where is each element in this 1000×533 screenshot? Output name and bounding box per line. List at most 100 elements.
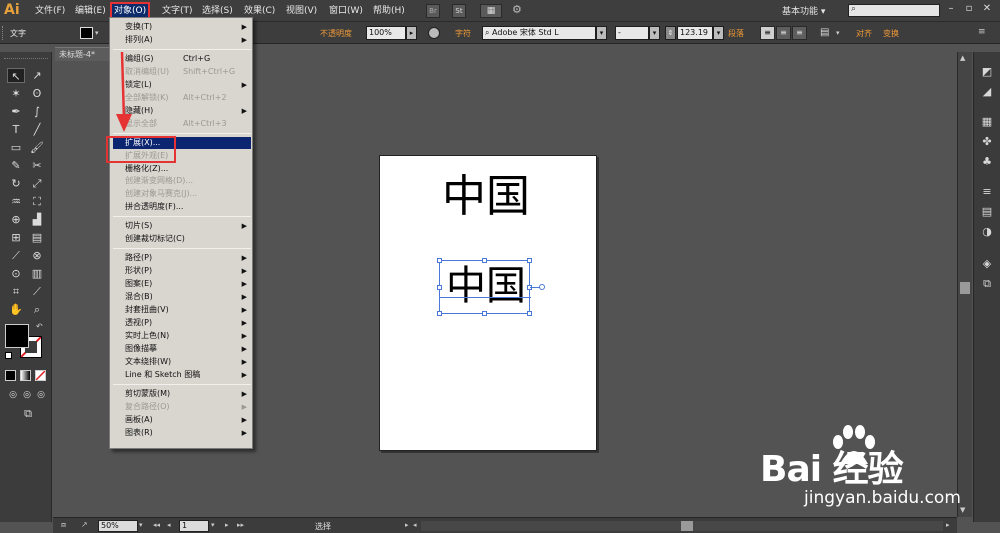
panel-grip[interactable] (4, 58, 48, 61)
default-colors-icon[interactable] (5, 352, 12, 359)
menu-object[interactable]: 对象(O) (109, 2, 151, 20)
object-menu-item[interactable]: 透视(P) ▶ (113, 317, 251, 329)
previous-page-icon[interactable]: ◂ (167, 521, 171, 529)
object-menu-item[interactable]: 图表(R) ▶ (113, 427, 251, 439)
paintbrush-tool-icon[interactable]: 🖌 (28, 140, 46, 155)
gpu-performance-icon[interactable]: ⚙ (512, 3, 522, 16)
scissors-tool-icon[interactable]: ✂ (28, 158, 46, 173)
out-port-handle[interactable] (539, 284, 545, 290)
object-menu-item[interactable]: 画板(A) ▶ (113, 414, 251, 426)
artboard[interactable]: 中国 中国 (379, 155, 597, 451)
font-size-stepper[interactable]: ⇕ (665, 26, 676, 40)
align-label[interactable]: 对齐 (856, 28, 872, 39)
object-menu-item[interactable]: 拼合透明度(F)... (113, 201, 251, 213)
column-graph-tool-icon[interactable]: ▥ (28, 266, 46, 281)
menu-window[interactable]: 窗口(W) (327, 4, 365, 18)
resize-handle[interactable] (437, 285, 442, 290)
object-menu-item[interactable]: 实时上色(N) ▶ (113, 330, 251, 342)
paragraph-label[interactable]: 段落 (728, 28, 744, 39)
menu-type[interactable]: 文字(T) (160, 4, 195, 18)
text-frame-icon[interactable]: ▤ (820, 27, 829, 38)
rectangle-tool-icon[interactable]: ▭ (7, 140, 25, 155)
minimize-icon[interactable]: – (944, 3, 958, 17)
chevron-down-icon[interactable]: ▾ (211, 521, 215, 529)
symbols-panel-icon[interactable]: ♣ (979, 154, 995, 170)
object-menu-item[interactable]: 图案(E) ▶ (113, 278, 251, 290)
zoom-tool-icon[interactable]: ⌕ (28, 302, 46, 317)
brushes-panel-icon[interactable]: ✤ (979, 134, 995, 150)
screen-mode-icon[interactable]: ⧉ (17, 406, 39, 421)
chevron-down-icon[interactable]: ▾ (95, 29, 99, 37)
menu-view[interactable]: 视图(V) (284, 4, 319, 18)
text-object[interactable]: 中国 (442, 172, 530, 222)
artboards-panel-icon[interactable]: ⧉ (979, 276, 995, 292)
layers-panel-icon[interactable]: ◈ (979, 256, 995, 272)
warp-tool-icon[interactable]: ♒ (7, 194, 25, 209)
object-menu-item[interactable]: 切片(S) ▶ (113, 220, 251, 232)
eyedropper-tool-icon[interactable]: ⟋ (7, 248, 25, 263)
artboard-nav-icon[interactable]: ⧈ (61, 520, 66, 530)
opacity-dropdown[interactable]: ▸ (406, 26, 417, 40)
menu-effect[interactable]: 效果(C) (242, 4, 277, 18)
symbol-sprayer-tool-icon[interactable]: ⊙ (7, 266, 25, 281)
stroke-panel-icon[interactable]: ≡ (979, 184, 995, 200)
selection-tool-icon[interactable]: ↖ (7, 68, 25, 83)
slice-tool-icon[interactable]: ⟋ (28, 284, 46, 299)
opacity-label[interactable]: 不透明度 (320, 28, 352, 39)
object-menu-item[interactable]: 路径(P) ▶ (113, 252, 251, 264)
last-page-icon[interactable]: ▸▸ (237, 521, 244, 529)
lasso-tool-icon[interactable]: ʘ (28, 86, 46, 101)
object-menu-item[interactable]: 创建渐变网格(D)... (113, 175, 251, 187)
pen-tool-icon[interactable]: ✒ (7, 104, 25, 119)
chevron-down-icon[interactable]: ▾ (836, 29, 840, 37)
font-size-dropdown[interactable]: ▾ (713, 26, 724, 40)
draw-inside-icon[interactable]: ◎ (32, 388, 50, 403)
recolor-icon[interactable] (428, 27, 440, 39)
status-menu-icon[interactable]: ▸ (405, 521, 409, 529)
object-menu-item[interactable]: 复合路径(O) ▶ (113, 401, 251, 413)
color-guide-icon[interactable]: ◢ (979, 84, 995, 100)
object-menu-item[interactable]: 图像描摹 ▶ (113, 343, 251, 355)
magic-wand-tool-icon[interactable]: ✶ (7, 86, 25, 101)
first-page-icon[interactable]: ◂◂ (153, 521, 160, 529)
object-menu-item[interactable]: Line 和 Sketch 图稿 ▶ (113, 369, 251, 381)
font-style-field[interactable]: - (615, 26, 649, 40)
share-icon[interactable]: ↗ (81, 520, 88, 529)
fill-swatch[interactable] (80, 27, 93, 39)
color-mode-icon[interactable] (5, 370, 16, 381)
gradient-tool-icon[interactable]: ▤ (28, 230, 46, 245)
swap-fill-stroke-icon[interactable]: ↶ (36, 322, 43, 331)
object-menu-item[interactable]: 文本绕排(W) ▶ (113, 356, 251, 368)
object-menu-item[interactable]: 栅格化(Z)... (113, 163, 251, 175)
page-field[interactable]: 1 (179, 520, 209, 532)
line-tool-icon[interactable]: ╱ (28, 122, 46, 137)
resize-handle[interactable] (482, 311, 487, 316)
menu-file[interactable]: 文件(F) (33, 4, 67, 18)
curvature-tool-icon[interactable]: ∫ (28, 104, 46, 119)
character-label[interactable]: 字符 (455, 28, 471, 39)
font-family-field[interactable]: ⌕ Adobe 宋体 Std L (482, 26, 596, 40)
shape-builder-tool-icon[interactable]: ⊕ (7, 212, 25, 227)
object-menu-item[interactable]: 剪切蒙版(M) ▶ (113, 388, 251, 400)
scale-tool-icon[interactable]: ⤢ (28, 176, 46, 191)
transform-label[interactable]: 变换 (883, 28, 899, 39)
color-panel-icon[interactable]: ◩ (979, 64, 995, 80)
object-menu-item[interactable]: 封套扭曲(V) ▶ (113, 304, 251, 316)
close-icon[interactable]: ✕ (980, 3, 994, 17)
scroll-right-icon[interactable]: ▸ (946, 521, 950, 529)
direct-selection-tool-icon[interactable]: ↗ (28, 68, 46, 83)
perspective-grid-tool-icon[interactable]: ▟ (28, 212, 46, 227)
gradient-mode-icon[interactable] (20, 370, 31, 381)
object-menu-item[interactable]: 变换(T) ▶ (113, 21, 251, 33)
horizontal-scrollbar[interactable] (421, 521, 943, 531)
resize-handle[interactable] (482, 258, 487, 263)
horizontal-scroll-thumb[interactable] (681, 521, 693, 531)
opacity-field[interactable]: 100% (366, 26, 406, 40)
object-menu-item[interactable]: 混合(B) ▶ (113, 291, 251, 303)
grip-handle[interactable] (2, 26, 5, 40)
next-page-icon[interactable]: ▸ (225, 521, 229, 529)
maximize-icon[interactable]: ▫ (962, 3, 976, 17)
object-menu-item[interactable]: 创建裁切标记(C) (113, 233, 251, 245)
resize-handle[interactable] (527, 258, 532, 263)
menu-select[interactable]: 选择(S) (200, 4, 235, 18)
